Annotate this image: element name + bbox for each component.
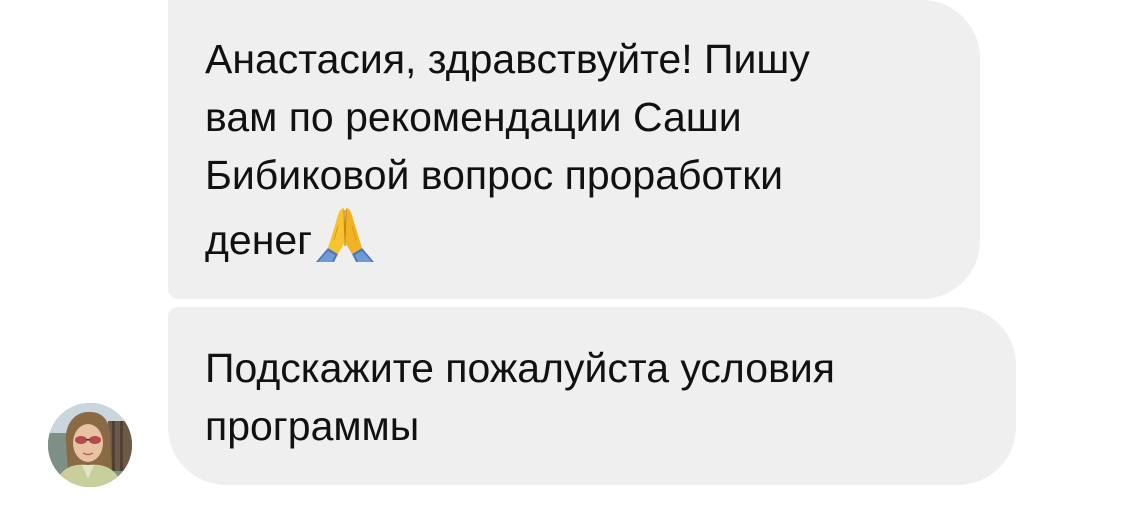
message-text-line: программы <box>205 403 420 449</box>
message-text-line: вам по рекомендации Саши <box>205 94 742 140</box>
message-text-line: Подскажите пожалуйста условия <box>205 345 835 391</box>
message-text-line-last: денег <box>205 204 940 269</box>
avatar-photo <box>48 403 132 487</box>
message-bubble[interactable]: Подскажите пожалуйста условия программы <box>168 307 1016 485</box>
avatar[interactable] <box>48 403 132 487</box>
message-bubble[interactable]: Анастасия, здравствуйте! Пишу вам по рек… <box>168 0 980 299</box>
folded-hands-icon <box>314 204 376 264</box>
message-text-line: Анастасия, здравствуйте! Пишу <box>205 36 810 82</box>
message-text-line: Бибиковой вопрос проработки <box>205 152 784 198</box>
message-text: денег <box>205 217 313 263</box>
